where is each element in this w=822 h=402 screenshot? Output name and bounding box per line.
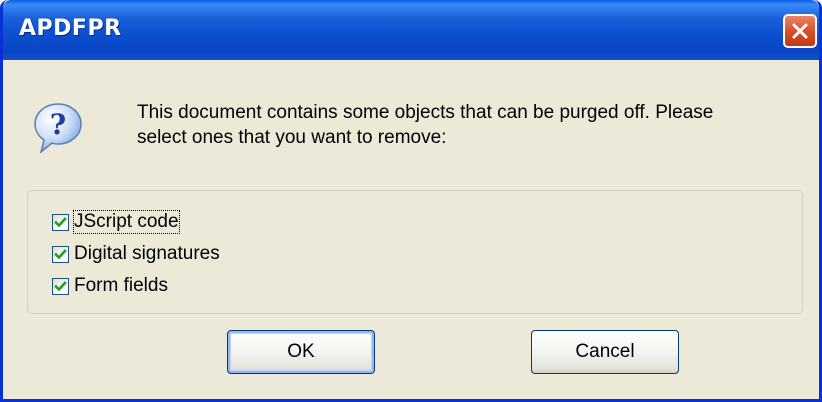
option-form-fields[interactable]: Form fields: [52, 273, 168, 299]
cancel-button[interactable]: Cancel: [531, 330, 679, 374]
option-digital-signatures[interactable]: Digital signatures: [52, 241, 220, 267]
digital-signatures-label: Digital signatures: [74, 243, 220, 264]
message-line-1: This document contains some objects that…: [137, 102, 714, 123]
option-jscript-code[interactable]: JScript code: [52, 209, 180, 235]
checkmark-icon: [54, 280, 67, 291]
question-icon: ?: [33, 102, 83, 155]
jscript-code-checkbox[interactable]: [52, 213, 69, 231]
form-fields-checkbox[interactable]: [52, 277, 69, 295]
options-group: JScript code Digital signatures Form fie…: [27, 190, 803, 314]
dialog-body: ? This document contains some objects th…: [3, 60, 819, 399]
close-icon: [792, 23, 808, 39]
svg-text:?: ?: [50, 108, 66, 141]
ok-button[interactable]: OK: [227, 330, 375, 374]
jscript-code-label: JScript code: [73, 210, 180, 234]
dialog-message: This document contains some objects that…: [137, 100, 807, 150]
digital-signatures-checkbox[interactable]: [52, 245, 69, 263]
close-button[interactable]: [783, 14, 817, 48]
dialog-window: APDFPR ? This document contains some obj…: [0, 0, 822, 402]
checkmark-icon: [54, 216, 67, 227]
window-title: APDFPR: [19, 16, 122, 41]
message-line-2: select ones that you want to remove:: [137, 127, 447, 148]
title-bar[interactable]: APDFPR: [3, 0, 819, 60]
form-fields-label: Form fields: [74, 275, 168, 296]
checkmark-icon: [54, 248, 67, 259]
